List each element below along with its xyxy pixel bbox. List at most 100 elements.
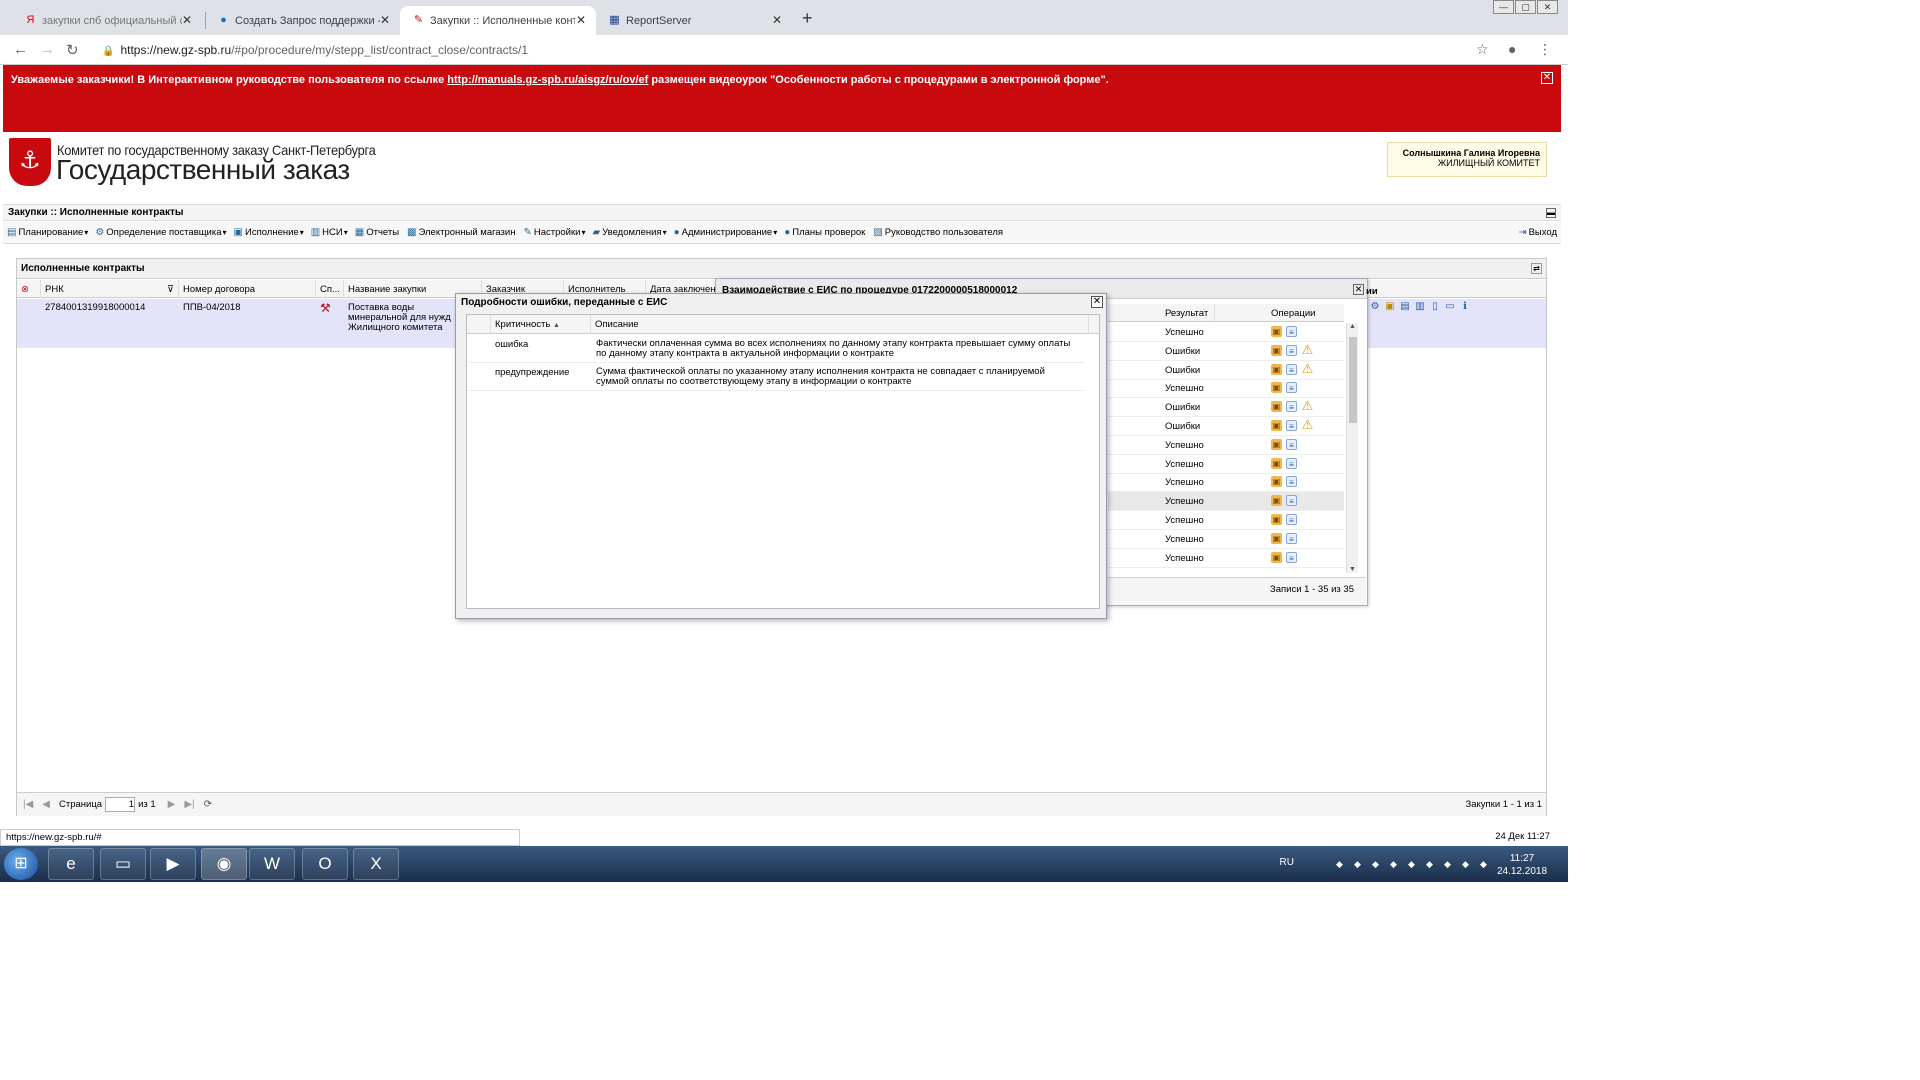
back-arrow-icon[interactable]: ← [13,41,28,58]
document-icon[interactable]: ≡ [1286,344,1297,356]
document-icon[interactable]: ≡ [1286,382,1297,394]
close-icon[interactable]: ✕ [576,13,586,27]
package-icon[interactable]: ▣ [1271,476,1282,488]
document-icon[interactable]: ≡ [1286,438,1297,450]
package-icon[interactable]: ▣ [1271,420,1282,431]
close-window-icon[interactable]: ✕ [1537,0,1558,14]
package-icon[interactable]: ▣ [1271,363,1282,375]
close-icon[interactable]: ✕ [772,13,782,27]
table-row[interactable]: Успешно ▣ ≡ [1108,436,1344,455]
skype-icon[interactable]: ◆ [1390,859,1400,869]
star-icon[interactable]: ☆ [1476,41,1489,58]
barcode-icon[interactable]: ▥ [1414,301,1426,313]
browser-tab-active[interactable]: ✎ Закупки :: Исполненные контра ✕ [400,6,596,35]
volume-icon[interactable]: ◆ [1480,859,1490,869]
document-icon[interactable]: ≡ [1286,514,1297,525]
minimize-icon[interactable]: — [1493,0,1514,14]
table-row[interactable]: Ошибки ▣ ≡ ⚠ [1108,342,1344,361]
package-icon[interactable]: ▣ [1271,551,1282,563]
warning-icon[interactable]: ⚠ [1301,343,1314,356]
close-icon[interactable]: ✕ [182,13,192,27]
media-player-icon[interactable]: ▶ [150,848,196,880]
printer-icon[interactable]: ◆ [1426,859,1436,869]
chrome-icon[interactable]: ◉ [201,848,247,880]
close-icon[interactable]: ✕ [380,13,390,27]
language-indicator[interactable]: RU [1280,857,1294,868]
table-row[interactable]: Успешно ▣ ≡ [1108,473,1344,493]
table-row[interactable]: Успешно ▣ ≡ [1108,511,1344,530]
collapse-icon[interactable]: ▬ [1546,208,1556,218]
kebab-menu-icon[interactable]: ⋮ [1538,41,1552,58]
scroll-thumb[interactable] [1349,337,1357,423]
filter-reset-icon[interactable]: ⊗ [17,280,41,298]
scroll-down-icon[interactable]: ▼ [1349,566,1356,573]
start-button[interactable]: ⊞ [4,848,38,880]
package-icon[interactable]: ▣ [1271,495,1282,507]
close-icon[interactable]: ✕ [1353,284,1364,295]
col-operations[interactable]: Операции [1271,308,1315,319]
col-description[interactable]: Описание [591,315,1089,334]
col-severity[interactable]: Критичность ▲ [491,315,591,334]
close-icon[interactable]: ✕ [1091,296,1103,308]
table-row[interactable]: Успешно ▣ ≡ [1108,455,1344,474]
col-method[interactable]: Сп... [316,280,344,298]
table-row[interactable]: Ошибки ▣ ≡ ⚠ [1108,417,1344,436]
table-row[interactable]: Успешно ▣ ≡ [1108,379,1344,399]
refresh-icon[interactable]: ⇄ [1531,263,1542,274]
scroll-up-icon[interactable]: ▲ [1349,323,1356,330]
url-field[interactable]: 🔒 https://new.gz-spb.ru/#po/procedure/my/… [102,43,528,57]
reload-icon[interactable]: ↻ [66,41,79,59]
outlook-tray-icon[interactable]: ◆ [1372,859,1382,869]
package-icon[interactable]: ▣ [1271,514,1282,525]
package-icon[interactable]: ▣ [1271,532,1282,544]
next-page-icon[interactable]: ▶ [168,799,176,810]
package-icon[interactable]: ▣ [1271,344,1282,356]
table-row[interactable]: Ошибки ▣ ≡ ⚠ [1108,398,1344,418]
document-icon[interactable]: ≡ [1286,363,1297,375]
menu-item-2[interactable]: ▣ Исполнение ▾ [234,227,304,238]
warning-icon[interactable]: ⚠ [1301,362,1314,375]
exit-button[interactable]: ⇥ Выход [1519,227,1557,238]
warning-icon[interactable]: ⚠ [1301,418,1314,431]
last-page-icon[interactable]: ▶| [184,799,194,810]
manual-link[interactable]: http://manuals.gz-spb.ru/aisgz/ru/ov/ef [447,74,648,86]
col-result[interactable]: Результат [1165,308,1208,319]
document-icon[interactable]: ≡ [1286,532,1297,544]
package-icon[interactable]: ▣ [1271,326,1282,337]
explorer-icon[interactable]: ▭ [100,848,146,880]
account-icon[interactable]: ● [1508,41,1516,57]
user-info[interactable]: Солнышкина Галина Игоревна ЖИЛИЩНЫЙ КОМИ… [1387,142,1547,177]
excel-icon[interactable]: X [353,848,399,880]
display-icon[interactable]: ◆ [1462,859,1472,869]
page-number-input[interactable] [105,797,136,812]
filter-icon[interactable]: ⊽ [167,284,174,295]
document-icon[interactable]: ≡ [1286,551,1297,563]
flag-icon[interactable]: ◆ [1444,859,1454,869]
ie-icon[interactable]: e [48,848,94,880]
menu-item-6[interactable]: ✎ Настройки ▾ [523,227,585,238]
banner-close-icon[interactable]: ✕ [1541,72,1553,84]
word-icon[interactable]: W [249,848,295,880]
table-row[interactable]: Успешно ▣ ≡ [1108,549,1344,568]
package-icon[interactable]: ▣ [1271,401,1282,413]
browser-tab-support[interactable]: ● Создать Запрос поддержки - Al ✕ [205,6,400,35]
prev-page-icon[interactable]: ◀ [42,799,50,810]
document-icon[interactable]: ≡ [1286,476,1297,488]
menu-item-4[interactable]: ▦ Отчеты [355,227,400,238]
menu-item-7[interactable]: ▰ Уведомления ▾ [592,227,666,238]
table-row[interactable]: Успешно ▣ ≡ [1108,323,1344,342]
monitor-icon[interactable]: ▭ [1444,301,1456,313]
refresh-grid-icon[interactable]: ⟳ [204,799,212,810]
first-page-icon[interactable]: |◀ [23,799,33,810]
browser-tab-yandex[interactable]: Я закупки спб официальный сайт ✕ [12,6,202,35]
menu-item-8[interactable]: ● Администрирование ▾ [674,227,778,238]
page-icon[interactable]: ▯ [1429,301,1441,313]
document-icon[interactable]: ▤ [1399,301,1411,313]
document-icon[interactable]: ≡ [1286,401,1297,413]
package-icon[interactable]: ▣ [1271,457,1282,469]
menu-item-3[interactable]: ▥ НСИ ▾ [311,227,348,238]
menu-item-10[interactable]: ▧ Руководство пользователя [873,227,1004,238]
table-row[interactable]: Успешно ▣ ≡ [1108,530,1344,549]
forward-arrow-icon[interactable]: → [40,41,55,58]
shield-icon[interactable]: ◆ [1336,859,1346,869]
